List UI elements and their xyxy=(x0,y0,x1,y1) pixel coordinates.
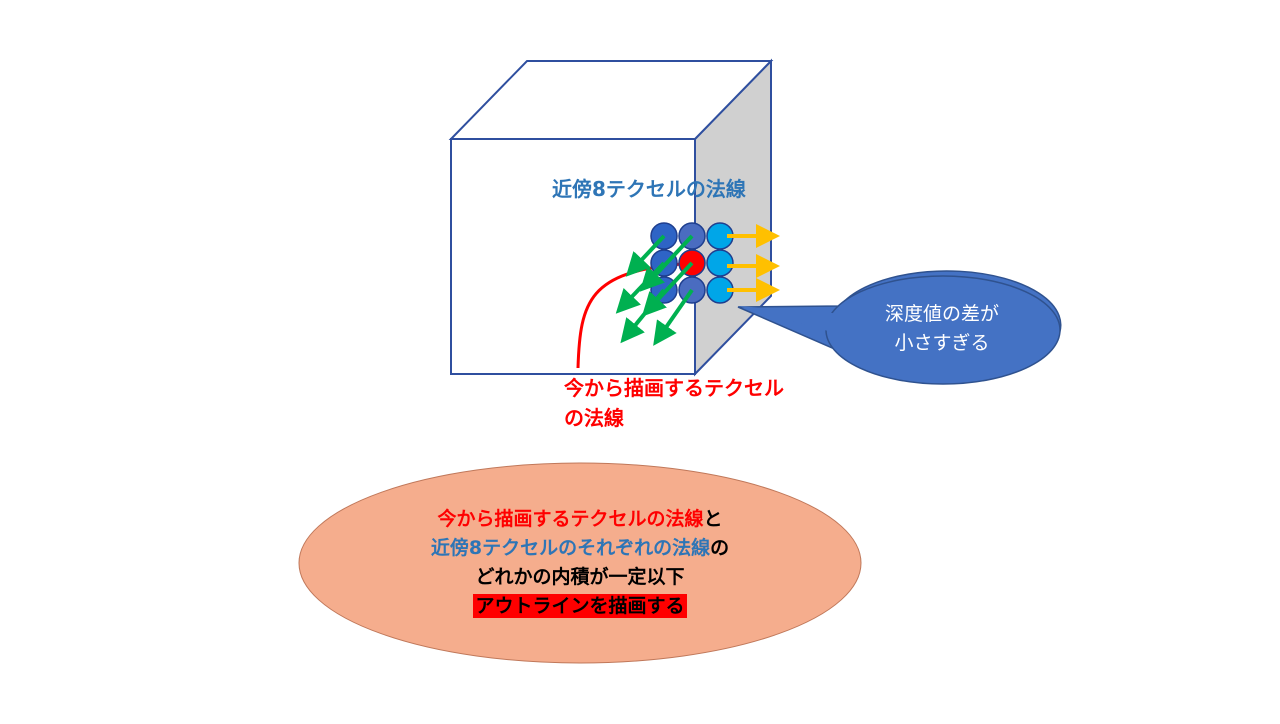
current-normal-label-line2: の法線 xyxy=(564,406,624,430)
summary-line2-black: の xyxy=(710,537,730,559)
summary-highlight: アウトラインを描画する xyxy=(473,594,687,618)
summary-line1-red: 今から描画するテクセルの法線 xyxy=(437,508,704,530)
neighbors-normal-label: 近傍8テクセルの法線 xyxy=(552,177,746,201)
current-normal-label-line1: 今から描画するテクセル xyxy=(564,376,784,400)
summary-line4: アウトラインを描画する xyxy=(300,592,860,621)
summary-line2: 近傍8テクセルのそれぞれの法線の xyxy=(300,534,860,563)
summary-line1-black: と xyxy=(703,508,723,530)
depth-callout-text: 深度値の差が 小さすぎる xyxy=(826,300,1058,358)
callout-line1: 深度値の差が xyxy=(884,303,999,325)
current-normal-label: 今から描画するテクセル の法線 xyxy=(564,373,784,433)
slide-canvas: 近傍8テクセルの法線 今から描画するテクセル の法線 深度値の差が 小さすぎる … xyxy=(0,0,1280,720)
callout-line2: 小さすぎる xyxy=(894,332,990,354)
summary-line1: 今から描画するテクセルの法線と xyxy=(300,505,860,534)
summary-line3: どれかの内積が一定以下 xyxy=(475,566,685,588)
texel-neighbor xyxy=(706,249,734,277)
summary-line2-blue: 近傍8テクセルのそれぞれの法線 xyxy=(430,537,711,559)
summary-text: 今から描画するテクセルの法線と 近傍8テクセルのそれぞれの法線の どれかの内積が… xyxy=(300,505,860,621)
